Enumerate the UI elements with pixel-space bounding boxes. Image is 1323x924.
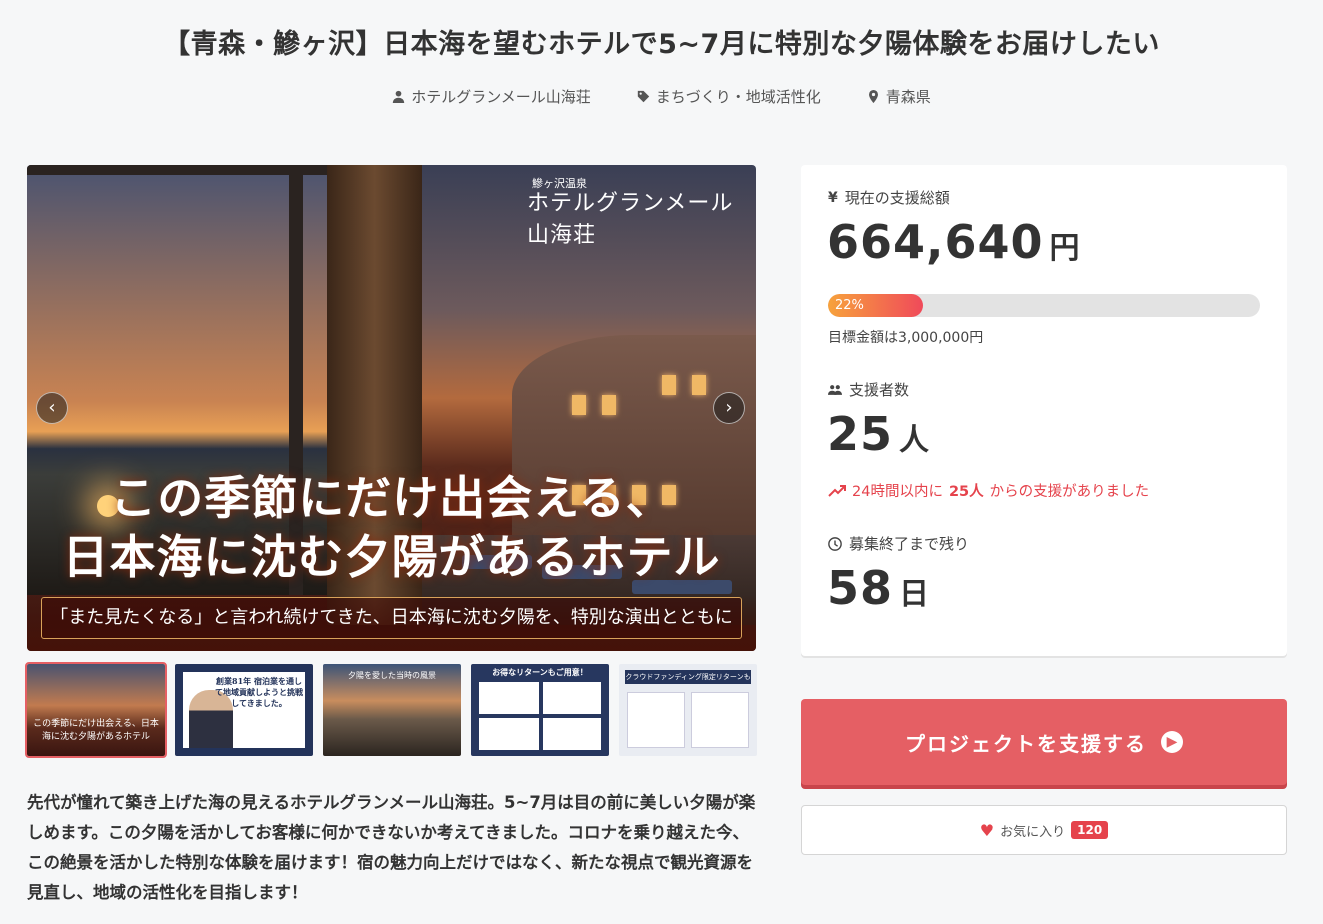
remaining-label: 募集終了まで残り: [828, 533, 969, 554]
project-meta: ホテルグランメール山海荘 まちづくり・地域活性化 青森県: [0, 86, 1323, 107]
category-link[interactable]: まちづくり・地域活性化: [637, 86, 821, 107]
users-icon: [828, 384, 842, 395]
remaining-value: 58 日: [827, 561, 931, 615]
thumbnail-1-caption: この季節にだけ出会える、日本海に沈む夕陽があるホテル: [33, 719, 159, 742]
funding-progress-bar: 22%: [828, 294, 1260, 317]
window-frame-top: [27, 165, 327, 175]
hero-headline-line1: この季節にだけ出会える、: [110, 471, 673, 525]
support-project-button[interactable]: プロジェクトを支援する ▶: [801, 699, 1287, 785]
thumbnail-5-caption: クラウドファンディング限定リターンも: [625, 670, 751, 684]
map-pin-icon: [868, 90, 878, 103]
location-link[interactable]: 青森県: [867, 86, 931, 107]
thumbnail-2-caption: 創業81年 宿泊業を通して地域貢献しようと挑戦してきました。: [215, 676, 303, 708]
arrow-circle-right-icon: ▶: [1161, 731, 1183, 753]
yen-icon: ¥: [828, 189, 838, 206]
stats-panel: ¥ 現在の支援総額 664,640 円 22% 目標金額は3,000,000円 支…: [801, 165, 1287, 656]
thumbnail-3[interactable]: 夕陽を愛した当時の風景: [323, 664, 461, 756]
recent-support-note: 24時間以内に 25人 からの支援がありました: [828, 480, 1149, 501]
carousel-next-button[interactable]: ›: [713, 392, 745, 424]
supporters-label: 支援者数: [828, 379, 909, 400]
hero-headline-line2: 日本海に沈む夕陽があるホテル: [62, 530, 721, 584]
favorite-count: 120: [1071, 821, 1109, 839]
hero-band-text: 「また見たくなる」と言われ続けてきた、日本海に沈む夕陽を、特別な演出とともに: [41, 597, 742, 639]
thumbnail-2[interactable]: 創業81年 宿泊業を通して地域貢献しようと挑戦してきました。: [175, 664, 313, 756]
location-name: 青森県: [885, 88, 931, 106]
favorite-button[interactable]: ♥ お気に入り 120: [801, 805, 1287, 855]
thumbnail-4-caption: お得なリターンもご用意！: [492, 667, 588, 677]
carousel-prev-button[interactable]: ‹: [36, 392, 68, 424]
trending-up-icon: [828, 484, 846, 497]
category-name: まちづくり・地域活性化: [655, 88, 821, 106]
owner-link[interactable]: ホテルグランメール山海荘: [392, 86, 591, 107]
thumbnail-3-caption: 夕陽を愛した当時の風景: [348, 671, 436, 680]
hero-image: 鰺ヶ沢温泉 ホテルグランメール山海荘 この季節にだけ出会える、 日本海に沈む夕陽…: [27, 165, 756, 651]
project-title: 【青森・鰺ヶ沢】日本海を望むホテルで5~7月に特別な夕陽体験をお届けしたい: [163, 29, 1160, 60]
goal-amount: 目標金額は3,000,000円: [828, 330, 984, 346]
thumbnail-5[interactable]: クラウドファンディング限定リターンも: [619, 664, 757, 756]
amount-value: 664,640 円: [827, 215, 1081, 269]
project-description: 先代が憧れて築き上げた海の見えるホテルグランメール山海荘。5~7月は目の前に美し…: [27, 793, 756, 902]
heart-icon: ♥: [979, 820, 995, 840]
owner-name: ホテルグランメール山海荘: [411, 88, 591, 106]
tag-icon: [637, 90, 649, 103]
thumbnail-4[interactable]: お得なリターンもご用意！: [471, 664, 609, 756]
clock-icon: [828, 536, 842, 551]
hotel-logo: ホテルグランメール山海荘: [527, 191, 734, 248]
favorite-label: お気に入り: [1000, 824, 1066, 840]
thumbnail-strip: この季節にだけ出会える、日本海に沈む夕陽があるホテル 創業81年 宿泊業を通して…: [25, 662, 757, 758]
user-icon: [393, 90, 405, 103]
thumbnail-1[interactable]: この季節にだけ出会える、日本海に沈む夕陽があるホテル: [25, 662, 167, 758]
amount-label: ¥ 現在の支援総額: [828, 189, 950, 207]
funding-progress-fill: 22%: [828, 294, 924, 317]
supporters-value: 25 人: [827, 407, 931, 461]
